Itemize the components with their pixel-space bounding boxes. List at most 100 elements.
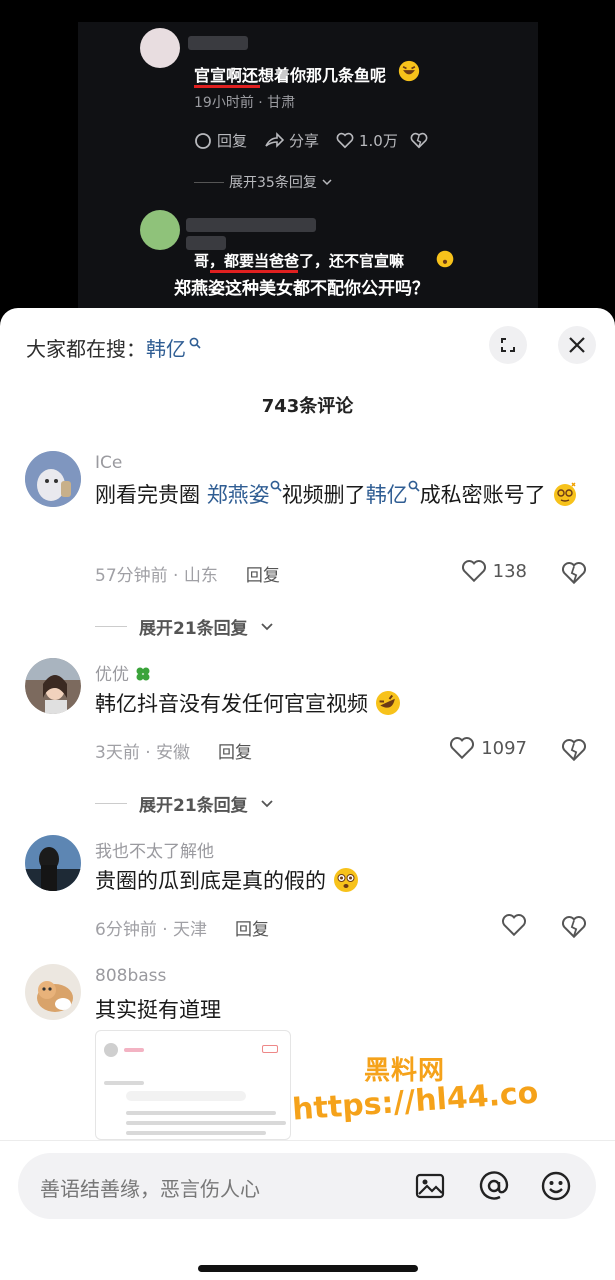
comment-input-placeholder: 善语结善缘，恶言伤人心 [40, 1177, 260, 1201]
search-icon [270, 480, 282, 492]
avatar[interactable] [25, 658, 81, 714]
video-comment-2-text: 哥，都要当爸爸了，还不官宣嘛 [194, 252, 405, 270]
comment-meta: 6分钟前 · 天津 回复 [95, 915, 269, 940]
laugh-cry-emoji-icon [398, 60, 420, 82]
video-underline-1 [194, 85, 260, 88]
comment-input-bar: 善语结善缘，恶言伤人心 [0, 1140, 615, 1280]
video-share-button[interactable]: 分享 [264, 130, 319, 151]
comment-author[interactable]: 优优 [95, 660, 152, 685]
divider [95, 803, 127, 804]
heart-icon [501, 914, 527, 937]
flushed-emoji-icon [333, 868, 358, 892]
home-indicator[interactable] [198, 1265, 418, 1272]
comment-time-location: 3天前 · 安徽 [95, 743, 191, 763]
search-link-1[interactable]: 郑燕姿 [207, 483, 270, 507]
image-icon[interactable] [414, 1170, 446, 1202]
video-like-button[interactable]: 1.0万 [336, 130, 398, 151]
like-button[interactable] [501, 913, 527, 937]
comment-author[interactable]: 808bass [95, 966, 166, 986]
embed-input [126, 1091, 246, 1101]
trending-search[interactable]: 大家都在搜： 韩亿 [26, 332, 201, 362]
comment-text: 贵圈的瓜到底是真的假的 [95, 865, 595, 897]
surprised-emoji-icon [436, 250, 454, 268]
watermark: 黑料网 https://hl44.co [291, 1050, 552, 1140]
expand-replies-button[interactable]: 展开21条回复 [95, 791, 274, 816]
video-avatar-1 [140, 28, 180, 68]
avatar[interactable] [25, 964, 81, 1020]
embed-line [104, 1081, 144, 1085]
comment-author[interactable]: ICe [95, 453, 122, 473]
comment-time-location: 57分钟前 · 山东 [95, 566, 218, 586]
search-icon [189, 337, 201, 349]
video-underline-2 [210, 270, 298, 273]
avatar[interactable] [25, 835, 81, 891]
reply-button[interactable]: 回复 [235, 915, 269, 940]
video-avatar-2 [140, 210, 180, 250]
embed-line [126, 1111, 276, 1115]
video-reply-button[interactable]: 回复 [194, 130, 247, 151]
close-button[interactable] [558, 326, 596, 364]
video-area[interactable]: 官宣啊还想着你那几条鱼呢 19小时前 · 甘肃 回复 分享 1.0万 展开35条… [0, 0, 615, 320]
clover-icon [136, 667, 150, 681]
like-button[interactable]: 138 [461, 559, 527, 583]
like-button[interactable]: 1097 [449, 736, 527, 760]
comments-sheet: 大家都在搜： 韩亿 743条评论 ICe 刚看完贵圈 郑燕姿 视频删了韩亿 成私密账… [0, 308, 615, 1280]
dislike-heart-icon[interactable] [410, 132, 428, 149]
watermark-title: 黑料网 [364, 1056, 446, 1086]
expand-replies-button[interactable]: 展开21条回复 [95, 614, 274, 639]
video-blurred-name-1 [188, 36, 248, 50]
expand-icon [501, 338, 515, 352]
divider [95, 626, 127, 627]
reply-button[interactable]: 回复 [218, 738, 252, 763]
comment-image[interactable] [95, 1030, 291, 1140]
comment-meta: 57分钟前 · 山东 回复 [95, 561, 280, 586]
comment-count: 743条评论 [261, 396, 354, 417]
like-count: 138 [492, 560, 527, 582]
like-count: 1097 [481, 737, 527, 759]
trending-search-term[interactable]: 韩亿 [146, 333, 186, 362]
video-frame: 官宣啊还想着你那几条鱼呢 19小时前 · 甘肃 回复 分享 1.0万 展开35条… [78, 22, 538, 320]
reply-button[interactable]: 回复 [246, 561, 280, 586]
comment-author[interactable]: 我也不太了解他 [95, 837, 214, 862]
comment-input[interactable]: 善语结善缘，恶言伤人心 [18, 1153, 596, 1219]
comment-text: 刚看完贵圈 郑燕姿 视频删了韩亿 成私密账号了 [95, 479, 595, 511]
comment-text: 韩亿抖音没有发任何官宣视频 [95, 688, 595, 720]
expand-sheet-button[interactable] [489, 326, 527, 364]
video-expand-label: 展开35条回复 [229, 175, 317, 191]
video-expand-replies[interactable]: 展开35条回复 [194, 172, 332, 192]
dislike-heart-icon[interactable] [561, 915, 587, 939]
dislike-heart-icon[interactable] [561, 738, 587, 762]
comment-meta: 3天前 · 安徽 回复 [95, 738, 252, 763]
share-icon [265, 131, 284, 148]
comment-time-location: 6分钟前 · 天津 [95, 920, 208, 940]
chevron-down-icon [261, 799, 273, 807]
embed-avatar [104, 1043, 118, 1057]
search-icon [408, 480, 420, 492]
chevron-down-icon [322, 179, 332, 186]
comment-text-body: 韩亿抖音没有发任何官宣视频 [95, 692, 368, 716]
embed-line [124, 1048, 144, 1052]
video-like-count: 1.0万 [359, 132, 398, 150]
expand-replies-label: 展开21条回复 [139, 796, 248, 816]
chevron-down-icon [261, 622, 273, 630]
emoji-icon[interactable] [540, 1170, 572, 1202]
heart-icon [336, 132, 354, 149]
dislike-heart-icon[interactable] [561, 561, 587, 585]
avatar[interactable] [25, 451, 81, 507]
close-icon [569, 337, 585, 353]
comment-text-body: 贵圈的瓜到底是真的假的 [95, 869, 326, 893]
dizzy-emoji-icon [554, 482, 577, 506]
video-share-label: 分享 [289, 132, 320, 150]
video-blurred-line-2 [186, 236, 226, 250]
embed-line [126, 1131, 266, 1135]
video-reply-label: 回复 [217, 132, 248, 150]
reply-icon [195, 132, 211, 149]
heart-icon [461, 560, 486, 583]
search-link-2[interactable]: 韩亿 [366, 483, 408, 507]
watermark-url: https://hl44.co [291, 1075, 540, 1128]
at-icon[interactable] [478, 1170, 510, 1202]
comment-author-name: 优优 [95, 665, 129, 685]
embed-tag [262, 1045, 278, 1053]
trending-search-prefix: 大家都在搜： [26, 336, 146, 361]
heart-icon [450, 737, 475, 760]
